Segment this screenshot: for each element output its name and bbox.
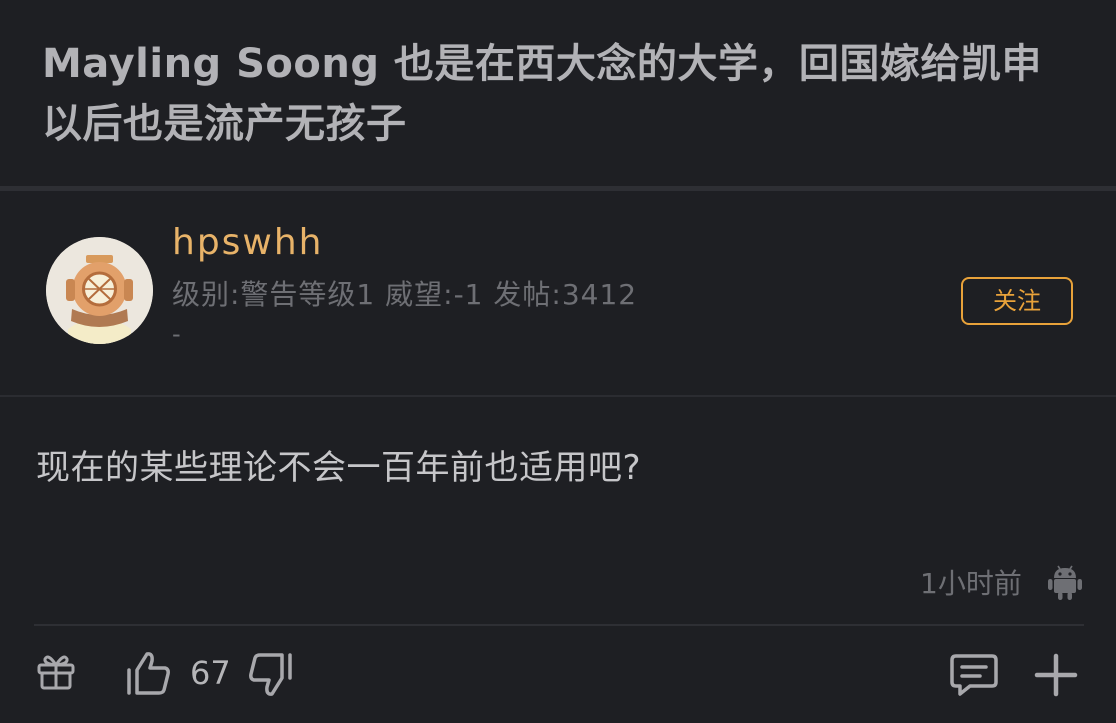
follow-button[interactable]: 关注 bbox=[961, 277, 1073, 325]
diver-helmet-icon bbox=[46, 237, 153, 344]
comment-icon[interactable] bbox=[950, 652, 998, 698]
author-username[interactable]: hpswhh bbox=[172, 222, 324, 263]
author-signature: - bbox=[172, 320, 181, 348]
thumbs-up-icon[interactable] bbox=[125, 650, 171, 696]
gift-icon[interactable] bbox=[36, 651, 76, 691]
section-divider bbox=[0, 186, 1116, 191]
reply-content: 现在的某些理论不会一百年前也适用吧? bbox=[36, 448, 642, 488]
author-meta: 级别:警告等级1 威望:-1 发帖:3412 bbox=[172, 278, 638, 311]
content-divider bbox=[0, 395, 1116, 397]
post-title: Mayling Soong 也是在西大念的大学，回国嫁给凯申以后也是流产无孩子 bbox=[42, 41, 1042, 147]
like-count: 67 bbox=[190, 654, 231, 692]
reply-timestamp: 1小时前 bbox=[920, 567, 1022, 600]
action-divider bbox=[34, 624, 1084, 626]
thumbs-down-icon[interactable] bbox=[248, 652, 294, 698]
avatar[interactable] bbox=[46, 237, 153, 344]
plus-icon[interactable] bbox=[1034, 653, 1078, 697]
android-icon bbox=[1048, 565, 1082, 600]
